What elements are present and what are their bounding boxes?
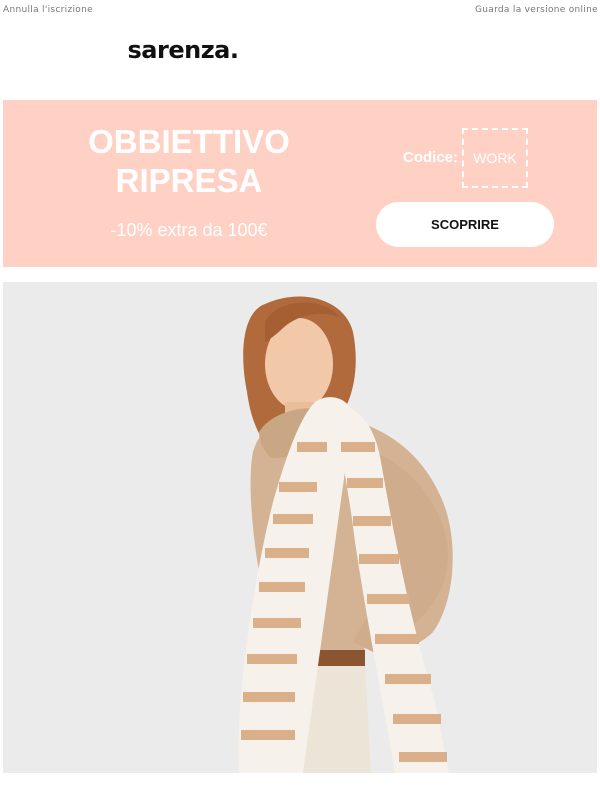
hero-image[interactable] <box>3 282 597 773</box>
promo-headline-line1: OBBIETTIVO <box>88 123 290 160</box>
model-photo-icon <box>3 282 597 773</box>
discover-button[interactable]: SCOPRIRE <box>376 202 554 247</box>
brand-logo[interactable]: sarenza. <box>0 36 366 64</box>
promo-subline: -10% extra da 100€ <box>110 220 268 240</box>
view-online-link[interactable]: Guarda la versione online <box>475 5 598 15</box>
code-label: Codice: <box>403 149 459 166</box>
top-links-bar: Annulla l'iscrizione Guarda la versione … <box>0 0 600 22</box>
promo-headline: OBBIETTIVO RIPRESA <box>3 122 375 200</box>
unsubscribe-link[interactable]: Annulla l'iscrizione <box>3 5 93 15</box>
promo-headline-line2: RIPRESA <box>115 162 263 199</box>
promo-code-box: WORK <box>462 128 528 188</box>
promo-banner: OBBIETTIVO RIPRESA -10% extra da 100€ Co… <box>3 100 597 267</box>
